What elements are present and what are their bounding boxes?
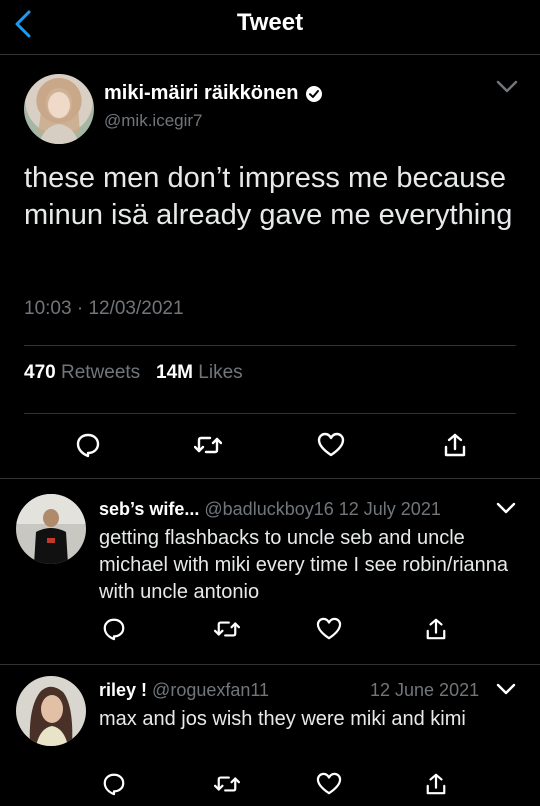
reply-icon — [102, 772, 126, 796]
tweet-text: these men don’t impress me because minun… — [24, 162, 513, 231]
retweets-stat[interactable]: 470 Retweets — [24, 362, 140, 383]
reply-button[interactable] — [101, 615, 127, 643]
chevron-down-icon — [496, 80, 518, 94]
heart-icon — [317, 432, 345, 458]
author-avatar[interactable] — [24, 74, 94, 144]
verified-badge-icon — [305, 85, 323, 103]
likes-stat[interactable]: 14M Likes — [156, 362, 243, 383]
reply-author-handle: @badluckboy16 — [204, 499, 334, 519]
more-options-button[interactable] — [496, 80, 518, 94]
reply-header: riley ! @roguexfan11 — [99, 680, 269, 701]
reply-icon — [102, 617, 126, 641]
like-button[interactable] — [315, 615, 343, 643]
retweet-button[interactable] — [213, 770, 241, 798]
divider — [0, 478, 540, 479]
page-title: Tweet — [236, 9, 304, 36]
like-button[interactable] — [315, 770, 343, 798]
divider — [24, 345, 516, 346]
retweet-count: 470 — [24, 362, 56, 383]
retweet-icon — [214, 773, 240, 795]
chevron-down-icon — [496, 683, 516, 696]
reply-date: 12 June 2021 — [370, 680, 480, 700]
chevron-down-icon — [496, 502, 516, 515]
author-handle: @mik.icegir7 — [104, 111, 203, 130]
share-icon — [425, 617, 447, 641]
heart-icon — [316, 617, 342, 641]
retweet-icon — [194, 433, 222, 457]
reply-options-button[interactable] — [496, 502, 516, 515]
share-button[interactable] — [423, 615, 449, 643]
reply-author-name[interactable]: riley ! — [99, 680, 147, 700]
divider — [24, 413, 516, 414]
separator: · — [76, 298, 84, 319]
reply-avatar[interactable] — [16, 494, 86, 564]
reply-options-button[interactable] — [496, 683, 516, 696]
retweet-icon — [214, 618, 240, 640]
like-count: 14M — [156, 362, 193, 383]
tweet-timestamp: 10:03 · 12/03/2021 — [24, 298, 184, 320]
reply-text: max and jos wish they were miki and kimi — [99, 708, 466, 730]
reply-text: getting flashbacks to uncle seb and uncl… — [99, 527, 509, 603]
reply-header: seb’s wife... @badluckboy16 12 July 2021 — [99, 499, 441, 520]
top-bar: Tweet — [0, 0, 540, 55]
reply-button[interactable] — [101, 770, 127, 798]
reply-author-handle: @roguexfan11 — [152, 680, 270, 700]
divider — [0, 664, 540, 665]
reply-icon — [75, 432, 101, 458]
reply-date: 12 July 2021 — [338, 499, 441, 519]
retweet-label: Retweets — [60, 362, 141, 383]
like-button[interactable] — [316, 430, 346, 460]
share-icon — [425, 772, 447, 796]
reply-button[interactable] — [73, 430, 103, 460]
like-label: Likes — [198, 362, 243, 383]
reply-avatar[interactable] — [16, 676, 86, 746]
author-name-row: miki-mäiri räikkönen — [104, 82, 323, 105]
tweet-date: 12/03/2021 — [88, 298, 184, 319]
heart-icon — [316, 772, 342, 796]
engagement-stats: 470 Retweets 14M Likes — [24, 362, 243, 384]
author-name[interactable]: miki-mäiri räikkönen — [104, 82, 299, 105]
share-icon — [443, 432, 467, 458]
retweet-button[interactable] — [193, 430, 223, 460]
tweet-time: 10:03 — [24, 298, 72, 319]
retweet-button[interactable] — [213, 615, 241, 643]
share-button[interactable] — [423, 770, 449, 798]
reply-author-name[interactable]: seb’s wife... — [99, 499, 199, 519]
share-button[interactable] — [440, 430, 470, 460]
